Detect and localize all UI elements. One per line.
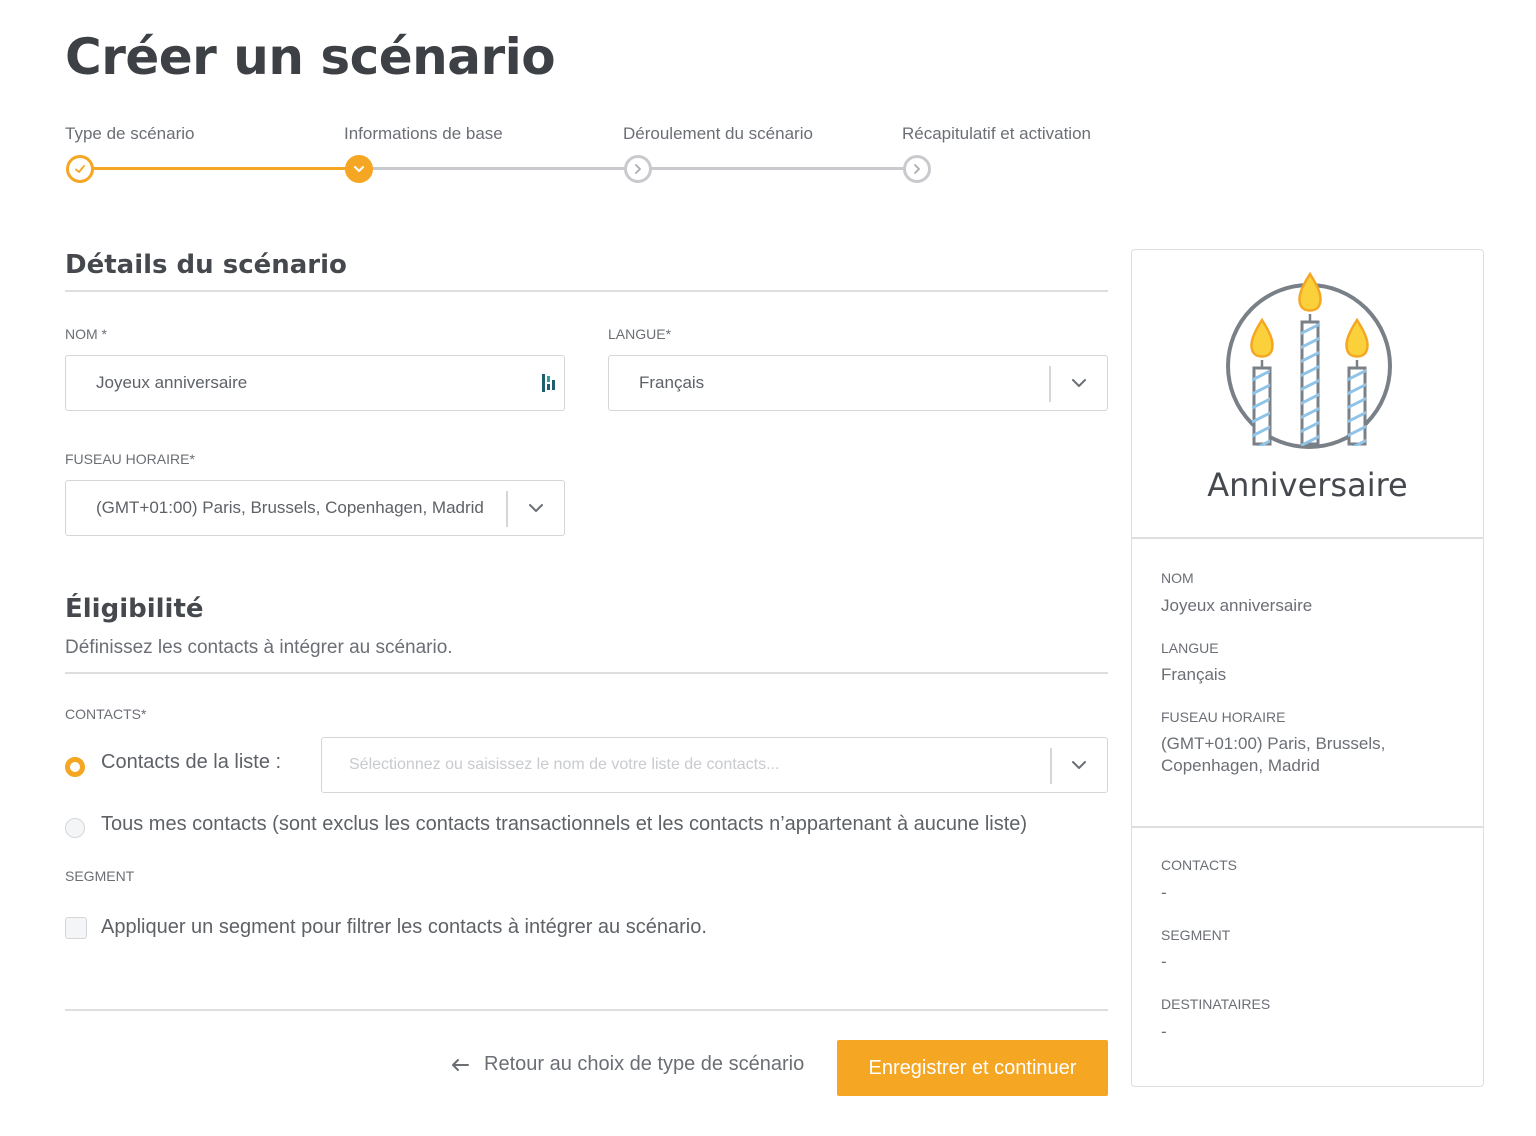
panel-divider	[1132, 537, 1483, 539]
contacts-label: CONTACTS*	[65, 706, 147, 722]
radio-all-contacts-label[interactable]: Tous mes contacts (sont exclus les conta…	[101, 813, 1027, 836]
summary-segment-label: SEGMENT	[1161, 927, 1231, 943]
dropdown-toggle[interactable]	[507, 481, 564, 535]
step-label-flow: Déroulement du scénario	[623, 124, 813, 143]
language-select[interactable]: Français	[608, 355, 1108, 411]
arrow-left-icon	[452, 1058, 469, 1071]
summary-contacts-value: -	[1161, 883, 1167, 902]
summary-language-value: Français	[1161, 665, 1227, 684]
divider	[65, 672, 1108, 674]
details-heading: Détails du scénario	[65, 250, 347, 280]
chevron-right-icon	[914, 164, 920, 174]
language-select-value: Français	[639, 373, 705, 392]
radio-contacts-list-label[interactable]: Contacts de la liste :	[101, 751, 281, 774]
language-label: LANGUE*	[608, 326, 672, 342]
step-dot-done[interactable]	[66, 155, 94, 183]
dropdown-toggle[interactable]	[1051, 738, 1106, 792]
summary-contacts-label: CONTACTS	[1161, 857, 1237, 873]
radio-contacts-list[interactable]	[65, 757, 85, 777]
chevron-down-icon	[1071, 761, 1086, 769]
timezone-select-value: (GMT+01:00) Paris, Brussels, Copenhagen,…	[96, 498, 484, 517]
step-connector-done	[80, 167, 359, 170]
contact-list-placeholder: Sélectionnez ou saisissez le nom de votr…	[349, 756, 780, 773]
summary-title: Anniversaire	[1207, 466, 1408, 504]
step-label-summary: Récapitulatif et activation	[902, 124, 1091, 143]
save-continue-button[interactable]: Enregistrer et continuer	[837, 1040, 1108, 1096]
page-title: Créer un scénario	[65, 28, 556, 86]
summary-language-label: LANGUE	[1161, 640, 1219, 656]
segment-checkbox-label[interactable]: Appliquer un segment pour filtrer les co…	[101, 916, 707, 939]
segment-checkbox[interactable]	[65, 917, 87, 939]
name-input[interactable]: Joyeux anniversaire	[65, 355, 565, 411]
chevron-down-icon	[1071, 379, 1086, 387]
back-link-label: Retour au choix de type de scénario	[484, 1053, 805, 1075]
chevron-down-icon	[354, 166, 364, 172]
summary-panel: Anniversaire NOM Joyeux anniversaire LAN…	[1131, 249, 1484, 1087]
name-label: NOM *	[65, 326, 107, 342]
chevron-down-icon	[528, 504, 543, 512]
password-manager-icon[interactable]	[541, 372, 557, 394]
step-connector-pending	[359, 167, 638, 170]
summary-recipients-label: DESTINATAIRES	[1161, 996, 1271, 1012]
step-dot-pending	[903, 155, 931, 183]
summary-recipients-value: -	[1161, 1022, 1167, 1041]
timezone-select[interactable]: (GMT+01:00) Paris, Brussels, Copenhagen,…	[65, 480, 565, 536]
step-connector-pending	[638, 167, 917, 170]
check-icon	[75, 165, 85, 173]
chevron-right-icon	[635, 164, 641, 174]
name-input-value: Joyeux anniversaire	[96, 373, 248, 392]
contact-list-select[interactable]: Sélectionnez ou saisissez le nom de votr…	[321, 737, 1108, 793]
step-label-basic-info[interactable]: Informations de base	[344, 124, 503, 144]
step-dot-pending	[624, 155, 652, 183]
dropdown-toggle[interactable]	[1050, 356, 1107, 410]
summary-name-value: Joyeux anniversaire	[1161, 596, 1313, 615]
summary-timezone-label: FUSEAU HORAIRE	[1161, 709, 1286, 725]
segment-label: SEGMENT	[65, 868, 135, 884]
panel-divider	[1132, 826, 1483, 828]
eligibility-heading: Éligibilité	[65, 594, 204, 624]
divider	[65, 1009, 1108, 1011]
radio-all-contacts[interactable]	[65, 818, 85, 838]
eligibility-description: Définissez les contacts à intégrer au sc…	[65, 637, 453, 658]
birthday-candles-icon	[1226, 271, 1392, 449]
summary-segment-value: -	[1161, 952, 1167, 971]
step-dot-active[interactable]	[345, 155, 373, 183]
summary-name-label: NOM	[1161, 570, 1194, 586]
timezone-label: FUSEAU HORAIRE*	[65, 451, 195, 467]
divider	[65, 290, 1108, 292]
back-link[interactable]: Retour au choix de type de scénario	[450, 1053, 804, 1076]
step-label-type[interactable]: Type de scénario	[65, 124, 194, 144]
summary-timezone-value: (GMT+01:00) Paris, Brussels, Copenhagen,…	[1161, 734, 1386, 775]
